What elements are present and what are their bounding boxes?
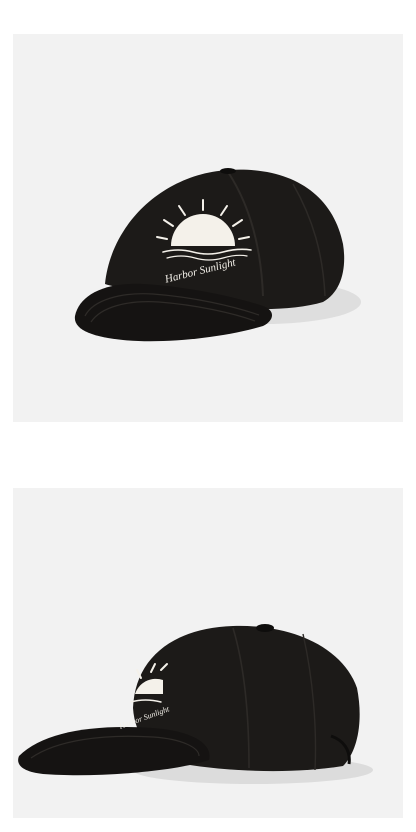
product-image-page: Harbor Sunlight Harbor Sunlight xyxy=(0,0,416,832)
product-photo-side: Harbor Sunlight xyxy=(13,488,403,818)
cap-front-illustration: Harbor Sunlight xyxy=(74,168,361,342)
product-photo-front: Harbor Sunlight xyxy=(13,34,403,422)
cap-side-illustration: Harbor Sunlight xyxy=(18,624,373,784)
